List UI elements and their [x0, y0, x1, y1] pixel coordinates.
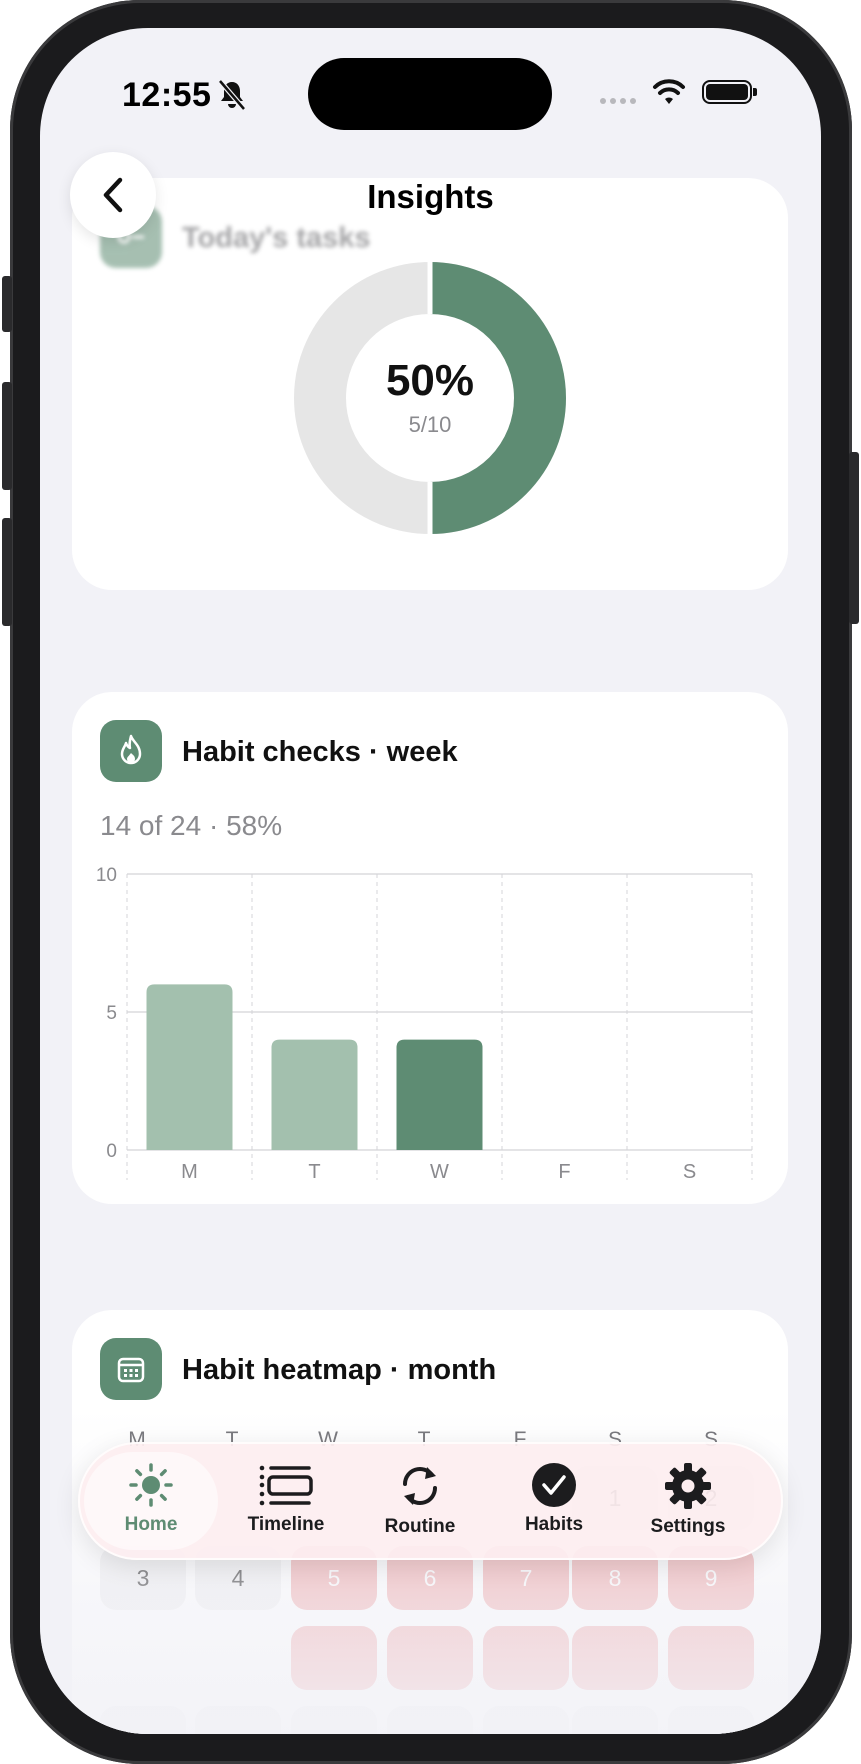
- tasks-count: 5/10: [408, 412, 452, 437]
- dynamic-island: [308, 58, 552, 130]
- tab-home[interactable]: Home: [84, 1452, 218, 1550]
- tab-label: Habits: [524, 1514, 584, 1535]
- habit-week-summary: 14 of 24 · 58%: [100, 810, 283, 841]
- chart-x-tick-label: T: [308, 1161, 320, 1180]
- tab-label: Routine: [384, 1516, 456, 1537]
- chart-y-tick-label: 5: [106, 1003, 117, 1024]
- habit-week-card: Habit checks · week 14 of 24 · 58% 0 5 10 M…: [72, 692, 788, 1204]
- tasks-card-title: Today's tasks: [182, 222, 371, 254]
- signal-dots-icon: [600, 98, 636, 104]
- tab-habits[interactable]: Habits: [487, 1452, 621, 1550]
- tab-label: Home: [124, 1514, 178, 1535]
- page-title: Insights: [367, 178, 494, 215]
- checkmark-circle-icon: [532, 1463, 576, 1507]
- status-time: 12:55: [122, 76, 212, 114]
- wifi-icon: [653, 79, 685, 104]
- bell-slash-icon: [218, 79, 246, 111]
- tasks-donut-chart: 50% 5/10: [290, 258, 570, 538]
- sun-icon: [129, 1463, 173, 1507]
- tab-label: Settings: [650, 1516, 726, 1537]
- status-bar: 12:55: [40, 28, 821, 148]
- chart-x-tick-label: F: [558, 1161, 570, 1180]
- volume-up-button: [2, 382, 12, 490]
- volume-down-button: [2, 518, 12, 626]
- tab-timeline[interactable]: Timeline: [219, 1452, 353, 1550]
- habit-week-bar-chart: 0 5 10 M T W F S: [96, 865, 753, 1180]
- mute-switch: [2, 276, 12, 332]
- tasks-percent: 50%: [385, 356, 475, 405]
- tasks-card: Today's tasks 50% 5/10: [72, 178, 788, 590]
- screen: 12:55 Insights Today's tasks 50% 5/10 Ha…: [40, 28, 821, 1734]
- tab-routine[interactable]: Routine: [353, 1452, 487, 1550]
- chart-x-tick-label: S: [683, 1161, 696, 1180]
- habit-week-title: Habit checks · week: [182, 736, 458, 768]
- repeat-icon: [403, 1467, 437, 1505]
- tab-bar: Home Timeline Routine Habits Settings: [78, 1442, 783, 1560]
- heatmap-title: Habit heatmap · month: [182, 1354, 497, 1386]
- flame-icon: [100, 720, 162, 782]
- tab-settings[interactable]: Settings: [621, 1452, 755, 1550]
- chart-y-tick-label: 10: [96, 865, 117, 886]
- chart-bar: [271, 1039, 358, 1150]
- battery-icon: [702, 80, 757, 104]
- chart-bar: [146, 984, 233, 1150]
- calendar-icon: [100, 1338, 162, 1400]
- chart-x-tick-label: W: [430, 1161, 449, 1180]
- gear-icon: [665, 1463, 711, 1509]
- chart-bar: [396, 1039, 483, 1150]
- timeline-icon: [259, 1465, 313, 1506]
- chart-x-tick-label: M: [181, 1161, 198, 1180]
- chart-y-tick-label: 0: [106, 1141, 117, 1162]
- power-button: [849, 452, 859, 624]
- tab-label: Timeline: [247, 1514, 325, 1535]
